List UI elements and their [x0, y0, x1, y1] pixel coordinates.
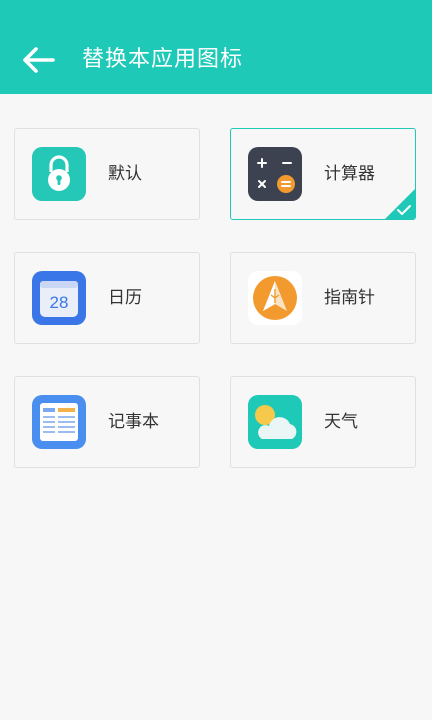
lock-icon — [32, 147, 86, 201]
weather-icon — [248, 395, 302, 449]
icon-option-calculator[interactable]: 计算器 — [230, 128, 416, 220]
icon-option-label: 天气 — [324, 412, 358, 432]
icon-option-default[interactable]: 默认 — [14, 128, 200, 220]
icon-option-label: 记事本 — [108, 412, 159, 432]
notepad-icon — [32, 395, 86, 449]
icon-option-label: 指南针 — [324, 288, 375, 308]
icon-option-weather[interactable]: 天气 — [230, 376, 416, 468]
compass-icon — [248, 271, 302, 325]
icon-option-label: 日历 — [108, 288, 142, 308]
calendar-icon: 28 — [32, 271, 86, 325]
icon-option-label: 默认 — [108, 164, 142, 184]
icon-option-compass[interactable]: 指南针 — [230, 252, 416, 344]
page-title: 替换本应用图标 — [82, 47, 244, 72]
icon-option-label: 计算器 — [324, 164, 375, 184]
icon-option-calendar[interactable]: 28 日历 — [14, 252, 200, 344]
calendar-day-text: 28 — [50, 293, 69, 312]
selected-check-icon — [385, 189, 415, 219]
back-arrow-icon — [23, 47, 55, 73]
calculator-icon — [248, 147, 302, 201]
app-header: 替换本应用图标 — [0, 0, 432, 94]
icon-option-notepad[interactable]: 记事本 — [14, 376, 200, 468]
back-button[interactable] — [20, 44, 56, 76]
